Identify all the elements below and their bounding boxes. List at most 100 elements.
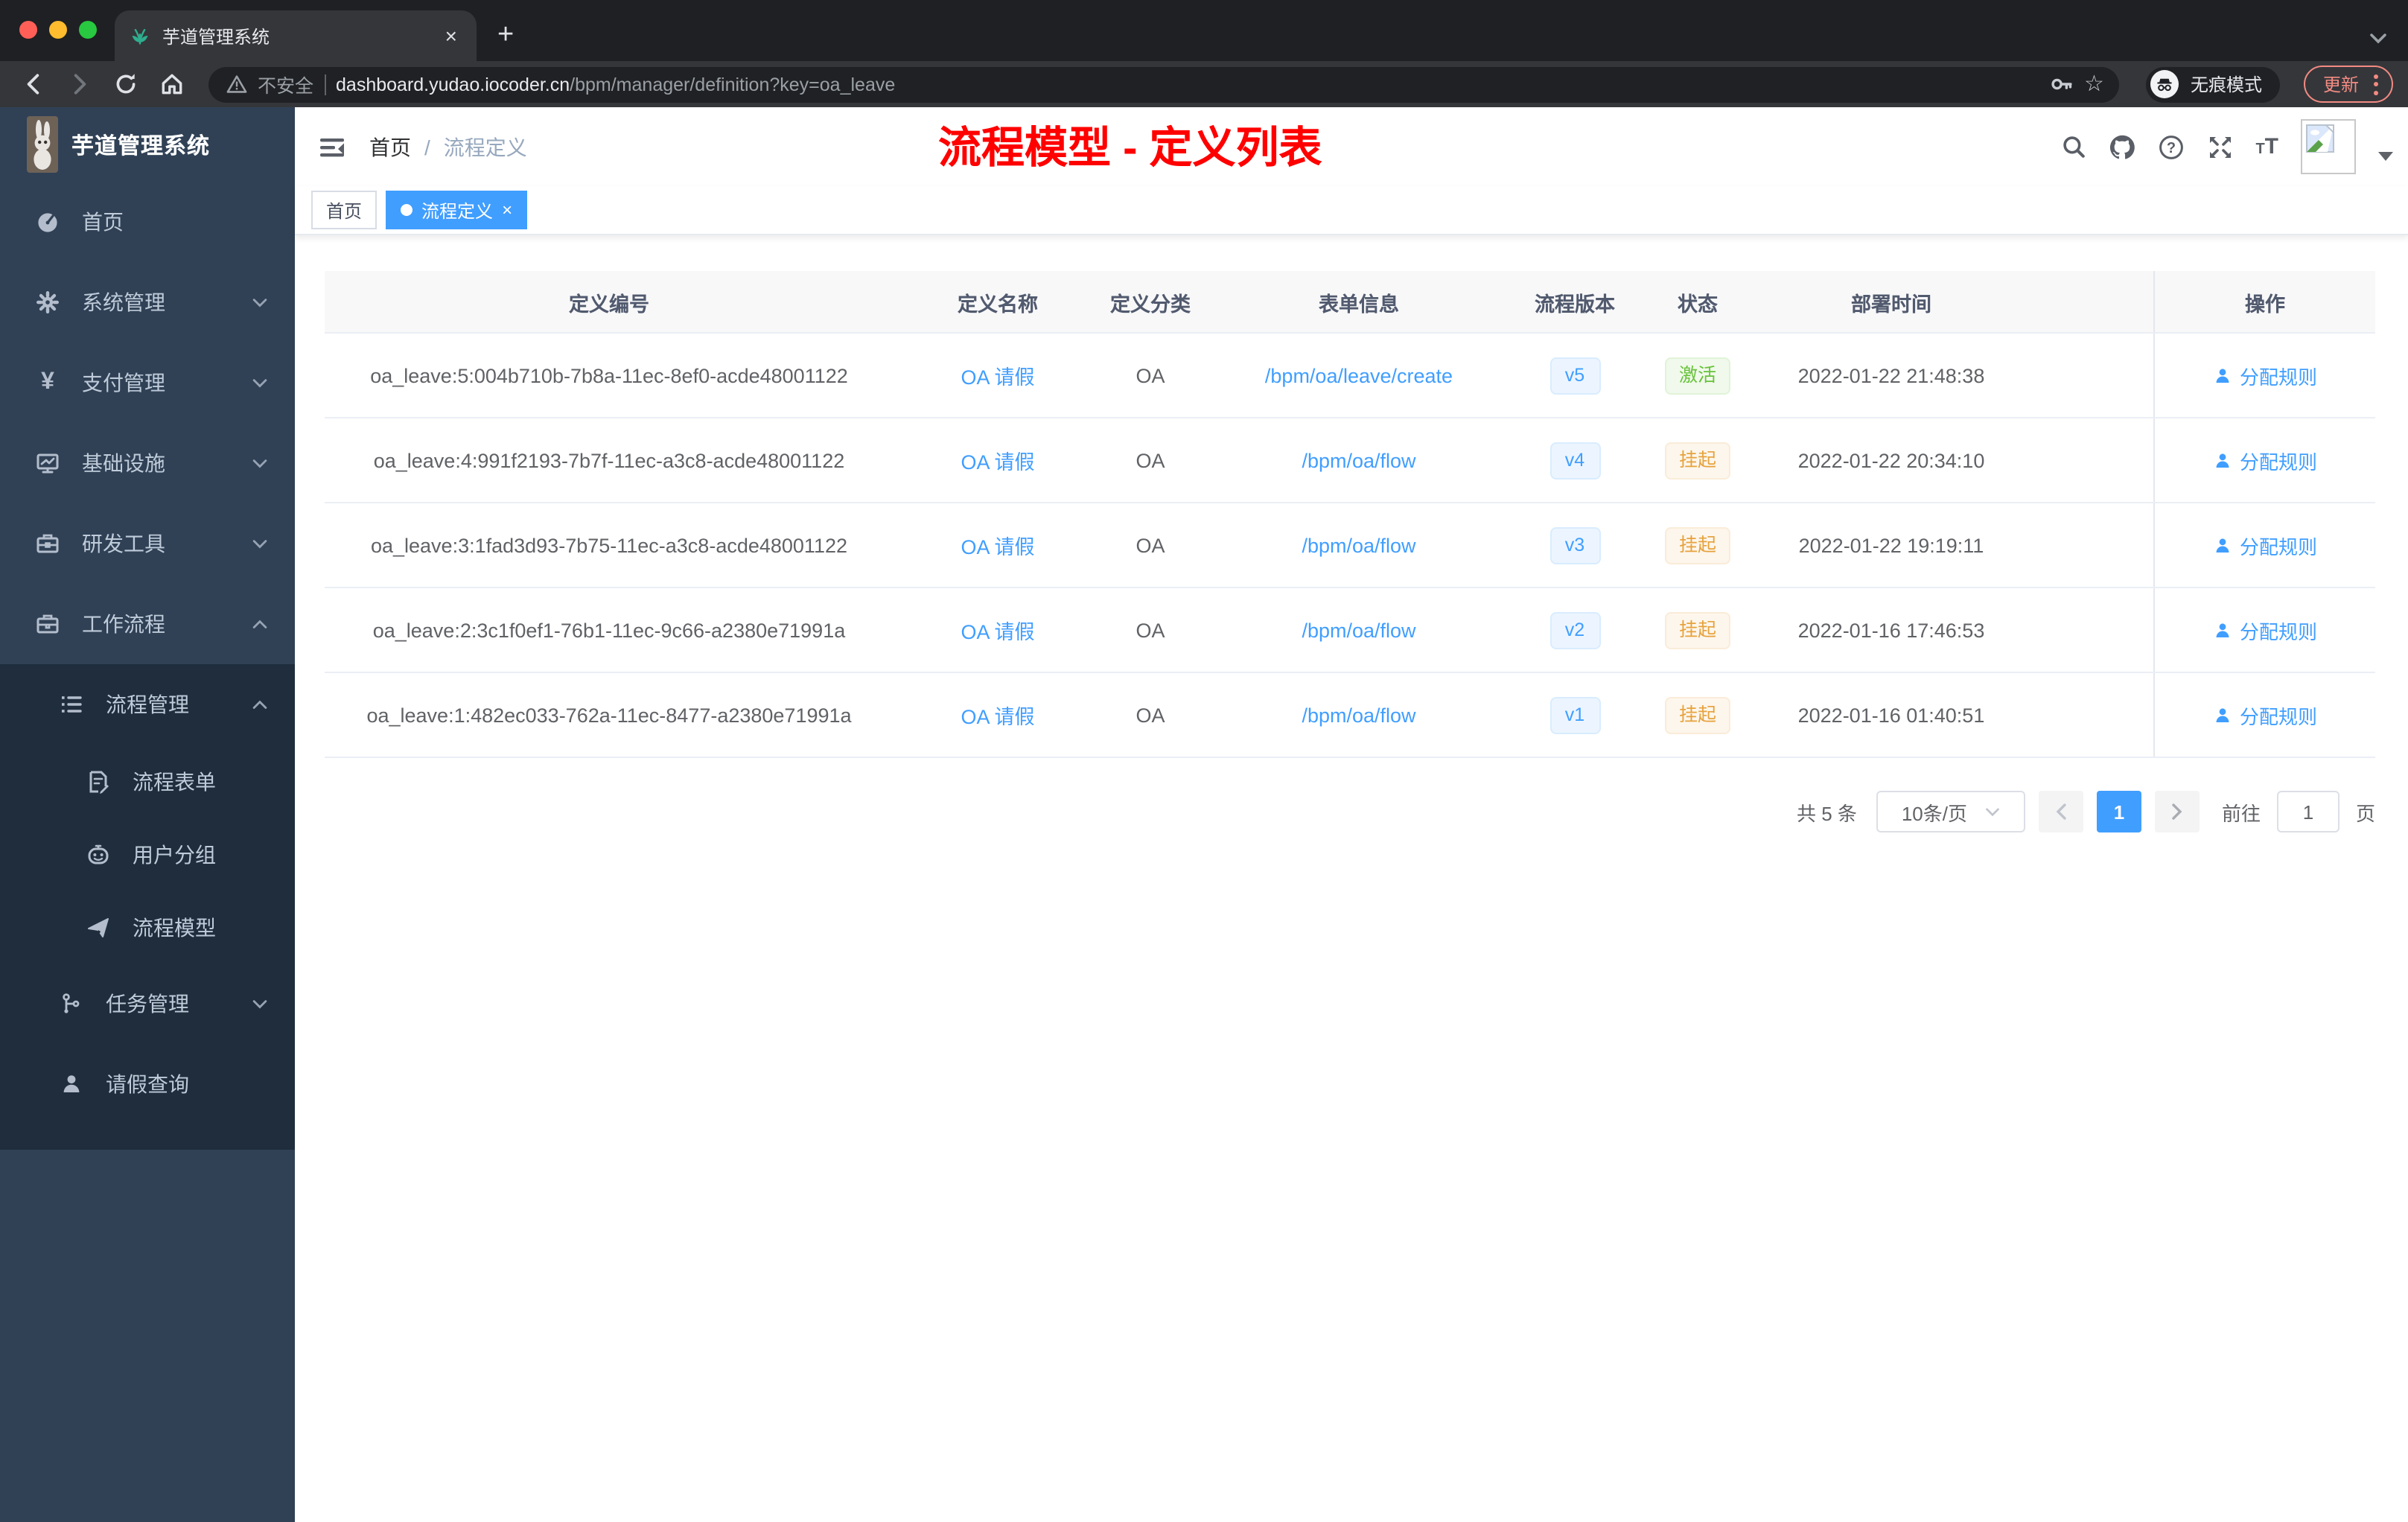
search-icon[interactable] [2060,134,2086,159]
security-label[interactable]: 不安全 [258,70,313,98]
breadcrumb-current: 流程定义 [443,135,527,159]
bookmark-star-icon[interactable]: ☆ [2084,73,2104,95]
table-header-row: 定义编号 定义名称 定义分类 表单信息 流程版本 状态 部署时间 操作 [325,271,2375,334]
briefcase-icon [36,612,60,636]
chevron-up-icon [252,699,268,710]
user-icon [2213,366,2232,385]
logo-rabbit-image [27,116,58,173]
definition-name-link[interactable]: OA 请假 [961,621,1034,643]
github-icon[interactable] [2108,133,2135,160]
hamburger-icon[interactable] [295,132,369,162]
sidebar-item-label: 请假查询 [106,1072,189,1096]
url-text[interactable]: dashboard.yudao.iocoder.cn/bpm/manager/d… [336,74,895,95]
forward-icon[interactable] [61,71,98,97]
new-tab-button[interactable]: + [497,19,514,52]
sidebar-item-workflow[interactable]: 工作流程 [0,584,295,664]
chevron-down-icon [1985,806,2000,817]
form-info-link[interactable]: /bpm/oa/flow [1302,619,1415,641]
help-question-icon[interactable]: ? [2157,133,2184,160]
cell-definition-name: OA 请假 [894,700,1102,730]
user-icon [2213,450,2232,470]
tag-label: 首页 [326,200,363,221]
cell-form-info: /bpm/oa/flow [1199,449,1519,471]
cell-actions: 分配规则 [2153,503,2375,587]
cell-version: v1 [1519,696,1631,733]
tab-close-icon[interactable]: × [441,24,462,48]
assign-rule-link[interactable]: 分配规则 [2213,701,2317,729]
chevron-down-icon [252,999,268,1009]
next-page-button[interactable] [2154,791,2200,832]
sidebar-item-dev-tools[interactable]: 研发工具 [0,503,295,584]
minimize-window-button[interactable] [49,21,67,39]
cell-category: OA [1135,619,1165,641]
close-window-button[interactable] [19,21,37,39]
tab-search-chevron-icon[interactable] [2369,33,2387,45]
sidebar-item-label: 支付管理 [82,371,165,395]
sidebar-item-leave-query[interactable]: 请假查询 [0,1044,295,1124]
browser-update-button[interactable]: 更新 [2303,66,2393,103]
assign-rule-link[interactable]: 分配规则 [2213,616,2317,644]
sidebar-item-payment[interactable]: ¥ 支付管理 [0,343,295,423]
font-size-icon[interactable]: TT [2255,136,2278,158]
tags-bar: 首页 流程定义 × [295,186,2408,235]
col-header-version: 流程版本 [1535,293,1615,315]
fullscreen-icon[interactable] [2206,133,2233,160]
home-icon[interactable] [153,71,191,97]
status-badge: 挂起 [1665,696,1730,733]
sidebar-item-system[interactable]: 系统管理 [0,262,295,343]
sidebar-item-process-management[interactable]: 流程管理 [0,664,295,745]
avatar-dropdown-caret-icon[interactable] [2378,151,2393,160]
breadcrumb-home[interactable]: 首页 [369,132,411,162]
reload-icon[interactable] [107,71,144,97]
assign-rule-link[interactable]: 分配规则 [2213,531,2317,559]
form-info-link[interactable]: /bpm/oa/flow [1302,534,1415,556]
definition-name-link[interactable]: OA 请假 [961,451,1034,474]
goto-page-input[interactable] [2276,791,2339,832]
assign-rule-link[interactable]: 分配规则 [2213,446,2317,474]
cell-definition-id: oa_leave:5:004b710b-7b8a-11ec-8ef0-acde4… [370,364,848,386]
flow-tree-icon [60,992,83,1016]
form-info-link[interactable]: /bpm/oa/flow [1302,449,1415,471]
sidebar-item-process-model[interactable]: 流程模型 [0,891,295,964]
window-controls[interactable] [19,21,97,39]
form-info-link[interactable]: /bpm/oa/leave/create [1265,364,1453,386]
sidebar-item-home[interactable]: 首页 [0,182,295,262]
prev-page-button[interactable] [2038,791,2083,832]
assign-rule-link[interactable]: 分配规则 [2213,361,2317,389]
breadcrumb: 首页 / 流程定义 [369,132,527,162]
version-badge: v4 [1549,442,1600,479]
table-row: oa_leave:2:3c1f0ef1-76b1-11ec-9c66-a2380… [325,588,2375,673]
password-key-icon[interactable] [2048,71,2074,97]
browser-tab[interactable]: 芋道管理系统 × [115,10,477,61]
form-info-link[interactable]: /bpm/oa/flow [1302,704,1415,726]
sidebar-item-process-form[interactable]: 流程表单 [0,745,295,818]
chevron-up-icon [252,619,268,629]
page-number-1[interactable]: 1 [2096,791,2141,832]
cell-version: v5 [1519,357,1631,394]
sidebar-item-user-group[interactable]: 用户分组 [0,818,295,891]
not-secure-warning-icon[interactable] [226,74,247,94]
user-icon [60,1072,83,1096]
definition-name-link[interactable]: OA 请假 [961,706,1034,728]
sidebar-item-infrastructure[interactable]: 基础设施 [0,423,295,503]
tag-home[interactable]: 首页 [311,191,378,229]
cell-category: OA [1135,534,1165,556]
back-icon[interactable] [15,71,52,97]
tag-process-definition[interactable]: 流程定义 × [386,191,528,229]
tag-close-icon[interactable]: × [502,201,512,219]
zoom-window-button[interactable] [79,21,97,39]
cell-form-info: /bpm/oa/flow [1199,619,1519,641]
browser-menu-icon[interactable] [2374,74,2378,95]
sidebar-item-task-management[interactable]: 任务管理 [0,964,295,1044]
cell-form-info: /bpm/oa/leave/create [1199,364,1519,386]
page-size-select[interactable]: 10条/页 [1876,791,2025,832]
annotation-text: 流程模型 - 定义列表 [938,125,1322,173]
definition-name-link[interactable]: OA 请假 [961,536,1034,558]
browser-toolbar: 不安全 dashboard.yudao.iocoder.cn/bpm/manag… [0,61,2408,107]
breadcrumb-separator: / [424,135,430,159]
cell-version: v2 [1519,611,1631,649]
navbar: 首页 / 流程定义 流程模型 - 定义列表 ? TT [295,107,2408,186]
address-bar[interactable]: 不安全 dashboard.yudao.iocoder.cn/bpm/manag… [208,66,2119,102]
avatar[interactable] [2301,119,2356,174]
definition-name-link[interactable]: OA 请假 [961,366,1034,389]
